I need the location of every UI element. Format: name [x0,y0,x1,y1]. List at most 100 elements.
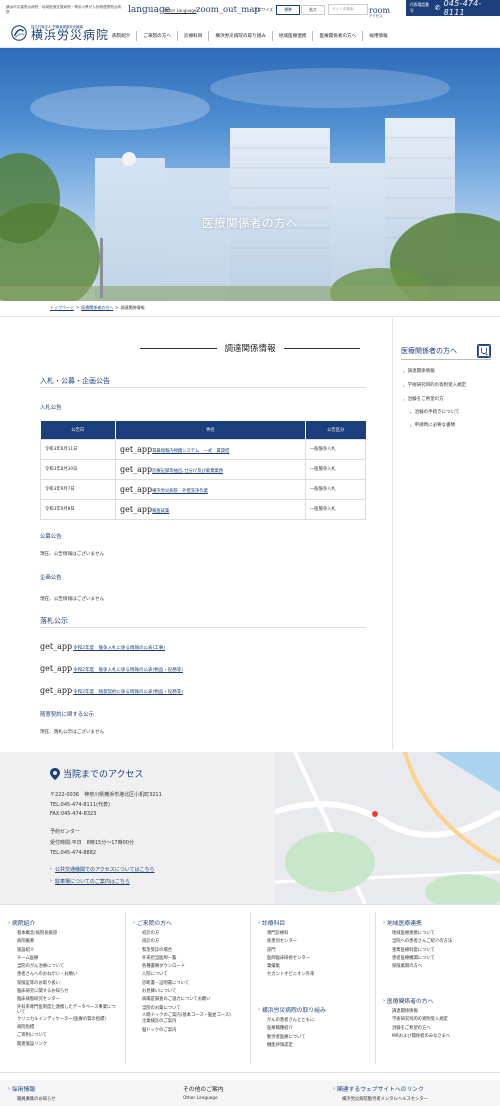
award-item: get_app 令和2年度 競争入札に係る情報の公表(物品・役務等) [40,664,183,673]
table-row: 令和3年8月11日 get_app耳鼻咽喉内視鏡システム 一式 賃貸借 一般競争… [40,438,366,460]
footer-link[interactable]: 病院概要 [17,938,117,946]
footer-link[interactable]: 再診の方 [142,938,242,946]
footer-link[interactable]: 各種書類ダウンロード [142,963,242,971]
footer-link[interactable]: 専門診療科 [267,930,314,938]
footer-link[interactable]: 施設紹介 [17,947,117,955]
breadcrumb-professionals[interactable]: 医療関係者の方へ [81,305,113,311]
footer-link[interactable]: 初診の方 [142,930,242,938]
sidebar-item-label: 申請時に必要な書類 [414,423,456,428]
footer-link[interactable]: がんの患者さんとともに [267,1017,314,1025]
sidebar-item-label: 学術研究目的の寄附受入規定 [407,383,467,388]
footer-col-visitors-title[interactable]: › ご来院の方へ [133,918,172,928]
footer-link[interactable]: 医療職種紹介 [267,1025,314,1033]
footer-link[interactable]: 脳ドックのご案内 [142,1027,242,1035]
transit-access-link[interactable]: › 公共交通機関でのアクセスについてはこちら [50,866,155,873]
reserve-hours: 受付時間:平日 8時15分〜17時00分 [50,840,134,846]
footer-link[interactable]: 入院について [142,971,242,979]
footer-link[interactable]: 機能評価認定 [267,1042,314,1050]
footer-link[interactable]: Other Language [183,1096,218,1101]
footer-col-departments-title[interactable]: › 診療科目 [258,918,285,928]
footer-link[interactable]: 調達関係情報 [392,1008,450,1016]
footer-link[interactable]: 当院への患者さんご紹介の方法 [392,938,452,946]
nav-departments[interactable]: 診療科目 [176,31,208,41]
footer-link[interactable]: 病職是調査のご協力についてお願い [142,996,242,1004]
sidebar-item-clinical-trial[interactable]: › 治験をご希望の方 [403,396,444,403]
footer-link[interactable]: 横浜労災病院勤労者メンタルヘルスセンター [342,1096,428,1102]
other-language-link[interactable]: Other Language [164,3,196,17]
footer-link[interactable]: 外来担当医師一覧 [142,955,242,963]
footer-col-professionals-title[interactable]: › 医療関係者の方へ [383,996,433,1006]
sidebar-item-donation[interactable]: › 学術研究目的の寄附受入規定 [403,382,467,389]
footer-link[interactable]: 患者さんへのおねがい・お願い [17,971,117,979]
footer-related-title[interactable]: › 関連するウェブサイトへのリンク [333,1084,424,1094]
footer-link[interactable]: お見舞いについて [142,988,242,996]
table-cell-type: 一般競争入札 [305,438,366,460]
footer-link[interactable]: 患者医療機関について [392,955,452,963]
footer-col-community-title[interactable]: › 地域医療連携 [383,918,422,928]
footer-link[interactable]: 治験をご希望の方へ [392,1025,450,1033]
footer-link[interactable]: 当院のがん治療について [17,963,117,971]
breadcrumb-home[interactable]: トップページ [50,305,74,311]
sidebar-title[interactable]: 医療関係者の方へ [401,346,457,356]
footer-link[interactable]: 地域医療連携について [392,930,452,938]
footer-link[interactable]: 臨床研究に関するお知らせ [17,988,117,996]
footer-link[interactable]: セカンドオピニオン外来 [267,971,314,979]
sidebar-subitem-procedure[interactable]: › 治験の手続きについて [410,409,459,416]
nav-hospital[interactable]: 病院紹介 [106,31,136,41]
footer-link[interactable]: 学術研究目的の寄附受入規定 [392,1016,450,1024]
footer-link[interactable]: 診断書・証明書について [142,980,242,988]
award-link[interactable]: 令和2年度 随意契約に係る情報の公表(物品・役務等) [73,689,183,695]
footer-link[interactable]: 部門 [267,947,314,955]
footer-link[interactable]: 企業検診のご案内 [142,1018,242,1026]
access-label[interactable]: アクセス [369,12,382,18]
footer-col-initiatives-title[interactable]: › 横浜労災病院の取り組み [258,1005,326,1015]
footer-link[interactable]: クリニカルインディケーター(医療の質の指標) [17,1016,117,1024]
access-map[interactable] [275,752,500,904]
table-cell-type: 一般競争入札 [305,478,366,500]
site-search-input[interactable]: サイト内検索 [328,4,368,15]
sidebar-subitem-documents[interactable]: › 申請時に必要な書類 [410,422,456,429]
footer-link[interactable]: 保険証等のお取り扱い [17,980,117,988]
download-icon: get_app [120,484,153,494]
phone-bar[interactable]: 代表電話番号 ✆ 045-474-8111 [406,0,500,17]
footer-link[interactable]: 職員募集のお知らせ [17,1096,56,1102]
nav-professionals[interactable]: 医療関係者の方へ [312,31,362,41]
footer-link[interactable]: 勤労者医療について [267,1034,314,1042]
footer-link[interactable]: MRおよび関係者のみなさまへ [392,1033,450,1041]
nav-community[interactable]: 地域医療連携 [271,31,313,41]
reserve-tel[interactable]: TEL:045-474-8882 [50,850,96,856]
font-size-standard-button[interactable]: 標準 [276,5,300,15]
award-link[interactable]: 令和2年度 競争入札に係る情報の公表(工事) [73,645,165,651]
nav-visitors[interactable]: ご来院の方へ [136,31,177,41]
font-size-large-button[interactable]: 拡大 [301,5,325,15]
access-tel[interactable]: TEL:045-474-8111(代表) [50,801,110,808]
nav-recruit[interactable]: 採用情報 [362,31,393,41]
sidebar-item-procurement[interactable]: › 調達関係情報 [403,368,435,375]
footer-link[interactable]: 基本概念/病院長挨拶 [17,930,117,938]
footer-link[interactable]: ご寄附について [17,1032,117,1040]
notice-link[interactable]: 横浜労災病院 外壁洗浄作業 [152,489,208,494]
footer-link[interactable]: 緊急受診の場合 [142,947,242,955]
footer-col-hospital-title[interactable]: › 病院紹介 [8,918,35,928]
parking-link[interactable]: › 駐車場についてのご案内はこちら [50,878,130,885]
footer-link[interactable]: 当院のお薬について [142,1005,242,1013]
footer-link[interactable]: 疾患別センター [267,938,314,946]
footer-link[interactable]: 関連施設リンク [17,1041,117,1049]
footer-link[interactable]: 臨床病態研究センター [17,996,117,1004]
notice-link[interactable]: 検査試薬 [152,509,169,514]
footer-link[interactable]: 医師臨床研修センター [267,955,314,963]
footer-recruit-title[interactable]: › 採用情報 [8,1084,35,1094]
nav-initiatives[interactable]: 横浜労災病院の取り組み [208,31,272,41]
footer-link[interactable]: チーム医療 [17,955,117,963]
site-logo[interactable]: 独立行政法人 労働者健康安全機構 横浜労災病院 [10,24,109,42]
download-icon: get_app [40,686,73,695]
footer-link[interactable]: 外科系専門医制度と連携したデータベース事業について [17,1005,117,1016]
notice-link[interactable]: 耳鼻咽喉内視鏡システム 一式 賃貸借 [152,449,229,454]
footer-link[interactable]: 業績集 [267,963,314,971]
notice-link[interactable]: 診療記録等抽出､仕分け及び廃棄業務 [152,469,223,474]
footer-link[interactable]: 重篤医療制度について [392,947,452,955]
footer-link[interactable]: 保険業期の方へ [392,963,452,971]
phone-number[interactable]: 045-474-8111 [444,0,500,17]
award-link[interactable]: 令和2年度 競争入札に係る情報の公表(物品・役務等) [73,667,183,673]
footer-link[interactable]: 病院指標 [17,1024,117,1032]
